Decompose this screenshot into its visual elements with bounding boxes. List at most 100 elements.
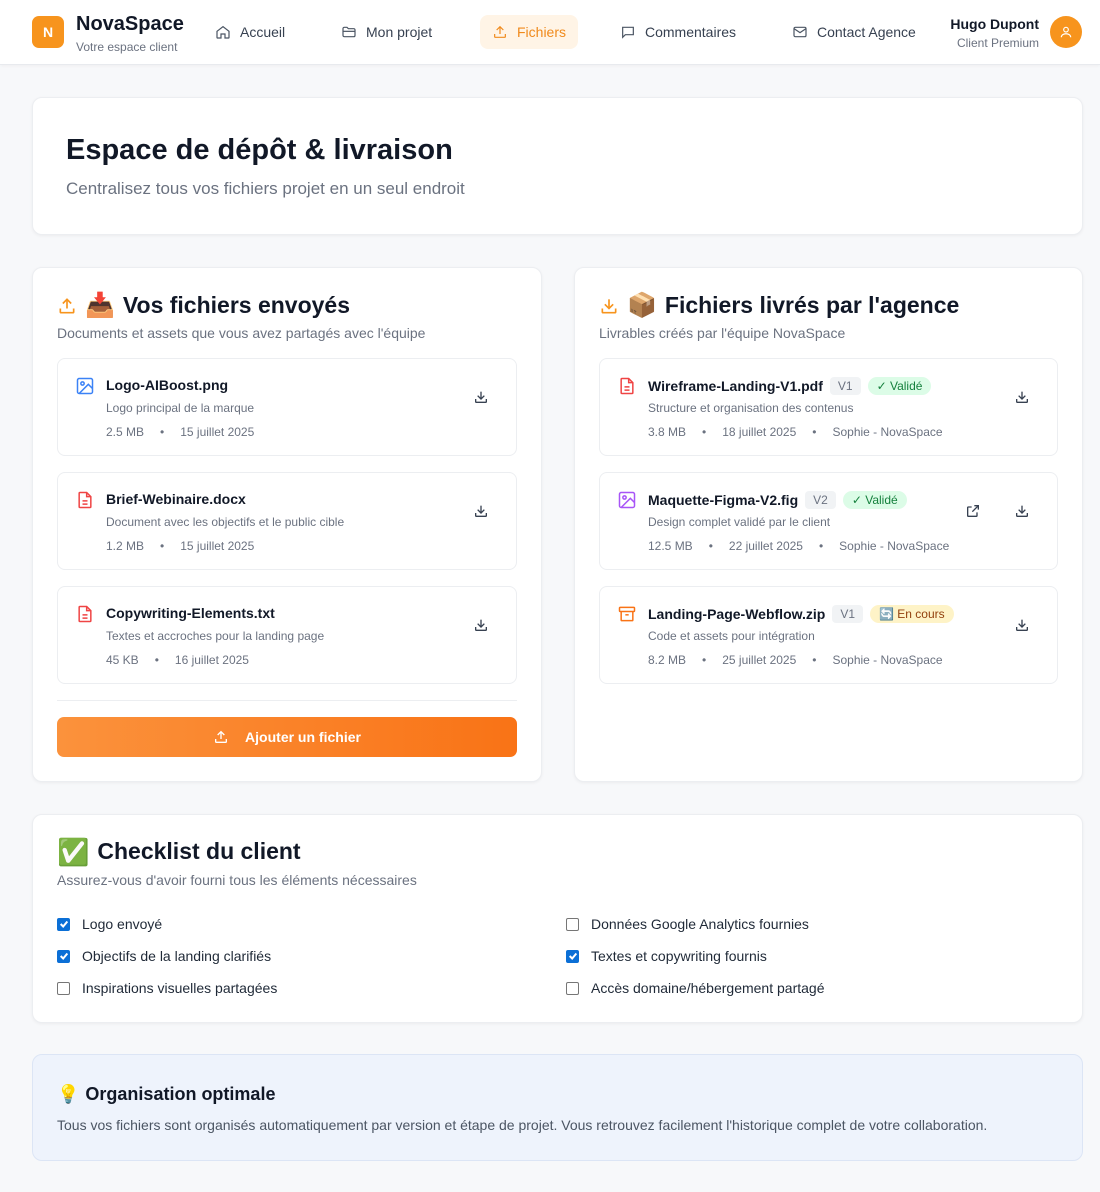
file-card: Maquette-Figma-V2.fig V2 ✓ Validé Design… [599,472,1058,570]
file-name-row: Wireframe-Landing-V1.pdf V1 ✓ Validé [648,377,932,395]
download-button[interactable] [1006,495,1038,527]
file-meta: 2.5 MB • 15 juillet 2025 [106,425,255,439]
checklist-item[interactable]: Accès domaine/hébergement partagé [566,980,824,996]
file-meta: 45 KB • 16 juillet 2025 [106,653,249,667]
checklist-item[interactable]: Objectifs de la landing clarifiés [57,948,271,964]
checklist-item-label: Accès domaine/hébergement partagé [591,980,825,996]
document-icon [620,377,634,395]
file-meta: 12.5 MB • 22 juillet 2025 • Sophie - NovaS… [648,539,950,553]
status-badge: 🔄 En cours [870,605,954,623]
checklist-item[interactable]: Données Google Analytics fournies [566,916,809,932]
tip-callout: 💡 Organisation optimale Tous vos fichier… [32,1054,1083,1161]
checkbox-checked[interactable] [57,917,70,931]
checklist-item-label: Données Google Analytics fournies [591,916,809,932]
file-author: Sophie - NovaSpace [832,425,943,439]
download-button[interactable] [1006,609,1038,641]
nav-label: Commentaires [645,24,737,40]
file-card: Wireframe-Landing-V1.pdf V1 ✓ Validé Str… [599,358,1058,456]
checklist-item[interactable]: Textes et copywriting fournis [566,948,767,964]
file-size: 3.8 MB [648,425,687,439]
download-icon [601,298,617,313]
nav-item-accueil[interactable]: Accueil [203,15,297,49]
file-size: 8.2 MB [648,653,687,667]
download-icon [1016,505,1028,517]
add-file-button[interactable]: Ajouter un fichier [57,717,517,757]
download-icon [475,391,487,403]
download-button[interactable] [1006,381,1038,413]
checklist-item-label: Textes et copywriting fournis [591,948,767,964]
checklist-item-label: Inspirations visuelles partagées [82,980,278,996]
page-subtitle: Centralisez tous vos fichiers projet en … [66,179,465,198]
page-header-card: Espace de dépôt & livraison Centralisez … [32,97,1083,235]
upload-icon [215,730,228,743]
file-name[interactable]: Logo-AIBoost.png [106,377,228,393]
download-button[interactable] [465,381,497,413]
file-card: Logo-AIBoost.png Logo principal de la ma… [57,358,517,456]
nav-item-commentaires[interactable]: Commentaires [608,15,748,49]
comment-icon [622,26,634,39]
nav-item-fichiers[interactable]: Fichiers [480,15,579,49]
file-date: 22 juillet 2025 [728,539,803,553]
upload-icon [59,297,75,313]
file-card: Copywriting-Elements.txt Textes et accro… [57,586,517,684]
checklist-subtitle: Assurez-vous d'avoir fourni tous les élé… [57,872,417,888]
nav-label: Mon projet [366,24,433,40]
open-external-button[interactable] [957,495,989,527]
checkbox-checked[interactable] [57,949,70,963]
file-card: Landing-Page-Webflow.zip V1 🔄 En cours C… [599,586,1058,684]
file-author: Sophie - NovaSpace [839,539,950,553]
download-icon [475,505,487,517]
tip-text: Tous vos fichiers sont organisés automat… [57,1117,988,1133]
delivered-files-subtitle: Livrables créés par l'équipe NovaSpace [599,325,846,341]
file-description: Textes et accroches pour la landing page [106,629,325,643]
file-meta: 1.2 MB • 15 juillet 2025 [106,539,255,553]
file-name[interactable]: Maquette-Figma-V2.fig [648,492,798,508]
file-author: Sophie - NovaSpace [832,653,943,667]
sent-files-title: Vos fichiers envoyés [122,292,351,318]
brand-name: NovaSpace [76,13,184,35]
user-name: Hugo Dupont [950,16,1039,32]
divider [57,700,517,701]
file-name[interactable]: Brief-Webinaire.docx [106,491,246,507]
file-description: Code et assets pour intégration [648,629,815,643]
sent-files-heading: 📥 Vos fichiers envoyés [57,292,350,319]
file-card: Brief-Webinaire.docx Document avec les o… [57,472,517,570]
nav-item-mon-projet[interactable]: Mon projet [329,15,444,49]
light-bulb-icon: 💡 [57,1084,80,1104]
download-icon [1016,619,1028,631]
client-checklist-panel: ✅ Checklist du client Assurez-vous d'avo… [32,814,1083,1023]
file-date: 16 juillet 2025 [174,653,249,667]
checklist-item[interactable]: Logo envoyé [57,916,162,932]
checklist-item-label: Logo envoyé [82,916,163,932]
file-name[interactable]: Copywriting-Elements.txt [106,605,275,621]
checkmark-icon [59,952,68,960]
file-name[interactable]: Wireframe-Landing-V1.pdf [648,378,823,394]
brand-logo[interactable]: N [32,16,64,48]
avatar[interactable] [1050,16,1082,48]
add-file-label: Ajouter un fichier [245,729,361,745]
sent-files-subtitle: Documents et assets que vous avez partag… [57,325,426,341]
checkbox-checked[interactable] [566,949,579,963]
checkbox-unchecked[interactable] [566,917,579,931]
nav-label: Contact Agence [817,24,916,40]
status-badge: ✓ Validé [842,491,907,509]
file-name[interactable]: Landing-Page-Webflow.zip [648,606,825,622]
checkbox-unchecked[interactable] [566,981,579,995]
file-description: Document avec les objectifs et le public… [106,515,345,529]
download-button[interactable] [465,495,497,527]
file-size: 1.2 MB [106,539,145,553]
file-description: Logo principal de la marque [106,401,255,415]
nav-item-contact-agence[interactable]: Contact Agence [780,15,928,49]
file-meta: 8.2 MB • 25 juillet 2025 • Sophie - NovaSp… [648,653,943,667]
image-icon [76,377,94,395]
download-button[interactable] [465,609,497,641]
checkbox-unchecked[interactable] [57,981,70,995]
version-badge: V1 [829,377,861,395]
delivered-files-title: Fichiers livrés par l'agence [664,292,960,318]
upload-icon [494,25,506,38]
image-icon [618,491,636,509]
tip-title: Organisation optimale [85,1084,276,1104]
checklist-item[interactable]: Inspirations visuelles partagées [57,980,277,996]
document-icon [78,605,92,623]
sent-files-panel: 📥 Vos fichiers envoyés Documents et asse… [32,267,542,782]
